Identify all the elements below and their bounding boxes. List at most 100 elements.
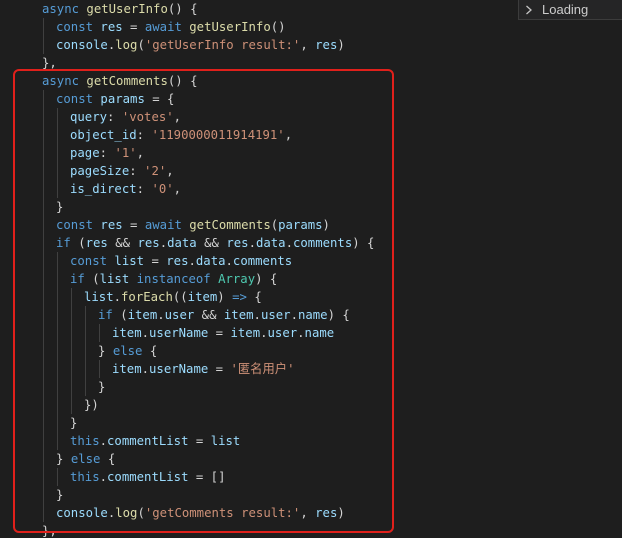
indent-guide	[85, 360, 86, 378]
code-token: getUserInfo	[189, 20, 271, 34]
code-token: .	[253, 308, 261, 322]
indent-guide	[43, 252, 44, 270]
code-line[interactable]: item.userName = '匿名用户'	[0, 360, 622, 378]
code-token: res	[85, 236, 108, 250]
code-token: instanceof	[136, 272, 219, 286]
indent-guide	[57, 180, 58, 198]
code-token: {	[246, 290, 262, 304]
code-token: })	[84, 398, 99, 412]
code-token: .	[141, 362, 150, 376]
code-line[interactable]: if (res && res.data && res.data.comments…	[0, 234, 622, 252]
code-token: }	[56, 452, 71, 466]
indent-guide	[43, 126, 44, 144]
code-line[interactable]: page: '1',	[0, 144, 622, 162]
code-line-text: if (list instanceof Array) {	[70, 270, 277, 288]
code-line-text: }	[56, 486, 63, 504]
code-token: name	[297, 308, 328, 322]
code-token: {	[142, 344, 158, 358]
code-token: query	[70, 110, 108, 124]
code-line[interactable]: this.commentList = []	[0, 468, 622, 486]
indent-guide	[57, 270, 58, 288]
code-line[interactable]: const res = await getUserInfo()	[0, 18, 622, 36]
code-token: console	[56, 506, 108, 520]
code-line[interactable]: })	[0, 396, 622, 414]
code-line-text: this.commentList = list	[70, 432, 240, 450]
code-token: =	[208, 362, 231, 376]
code-token: {	[100, 452, 116, 466]
indent-guide	[57, 252, 58, 270]
indent-guide	[71, 342, 72, 360]
indent-guide	[43, 90, 44, 108]
indent-guide	[43, 468, 44, 486]
code-token: =>	[232, 290, 247, 304]
code-token: '2'	[144, 164, 167, 178]
indent-guide	[57, 324, 58, 342]
code-line[interactable]: async getComments() {	[0, 72, 622, 90]
indent-guide	[43, 450, 44, 468]
code-token: commentList	[107, 470, 189, 484]
code-line[interactable]: const params = {	[0, 90, 622, 108]
code-line-text: if (item.user && item.user.name) {	[98, 306, 350, 324]
code-token: '0'	[151, 182, 174, 196]
indent-guide	[85, 306, 86, 324]
code-line[interactable]: is_direct: '0',	[0, 180, 622, 198]
code-token: &&	[107, 236, 138, 250]
indent-guide	[71, 360, 72, 378]
code-line[interactable]: list.forEach((item) => {	[0, 288, 622, 306]
loading-panel[interactable]: Loading	[518, 0, 622, 20]
code-line[interactable]: },	[0, 54, 622, 72]
code-line[interactable]: } else {	[0, 342, 622, 360]
code-token: :	[107, 110, 122, 124]
code-token: 'getComments result:'	[144, 506, 301, 520]
code-line[interactable]: }	[0, 378, 622, 396]
code-token: if	[98, 308, 121, 322]
code-token: Array	[218, 272, 256, 286]
code-line[interactable]: console.log('getUserInfo result:', res)	[0, 36, 622, 54]
code-area[interactable]: async getUserInfo() {const res = await g…	[0, 0, 622, 538]
indent-guide	[57, 108, 58, 126]
code-token: ,	[284, 128, 293, 142]
code-line[interactable]: }	[0, 486, 622, 504]
code-line[interactable]: }	[0, 198, 622, 216]
code-token: },	[42, 524, 57, 538]
code-token: .	[188, 254, 196, 268]
code-token: )	[337, 38, 345, 52]
code-line[interactable]: this.commentList = list	[0, 432, 622, 450]
code-token: =	[188, 434, 211, 448]
code-line[interactable]: item.userName = item.user.name	[0, 324, 622, 342]
code-line[interactable]: if (item.user && item.user.name) {	[0, 306, 622, 324]
code-line[interactable]: const list = res.data.comments	[0, 252, 622, 270]
code-token: () {	[167, 2, 198, 16]
code-line[interactable]: } else {	[0, 450, 622, 468]
indent-guide	[85, 342, 86, 360]
code-line[interactable]: query: 'votes',	[0, 108, 622, 126]
code-token: getComments	[86, 74, 168, 88]
code-line[interactable]: }	[0, 414, 622, 432]
code-token: :	[129, 164, 145, 178]
code-token: (	[137, 506, 145, 520]
code-line[interactable]: },	[0, 522, 622, 538]
code-token: comments	[293, 236, 353, 250]
indent-guide	[71, 396, 72, 414]
code-token: = {	[144, 92, 175, 106]
code-line[interactable]: const res = await getComments(params)	[0, 216, 622, 234]
code-token: )	[322, 218, 330, 232]
code-token: )	[337, 506, 345, 520]
indent-guide	[85, 378, 86, 396]
code-line[interactable]: if (list instanceof Array) {	[0, 270, 622, 288]
indent-guide	[71, 288, 72, 306]
code-line[interactable]: console.log('getComments result:', res)	[0, 504, 622, 522]
code-token: else	[112, 344, 143, 358]
code-editor[interactable]: async getUserInfo() {const res = await g…	[0, 0, 622, 538]
indent-guide	[43, 162, 44, 180]
code-token: object_id	[70, 128, 137, 142]
code-token: :	[136, 182, 152, 196]
code-token: .	[159, 236, 168, 250]
code-line[interactable]: object_id: '1190000011914191',	[0, 126, 622, 144]
code-line-text: },	[42, 54, 57, 72]
chevron-right-icon[interactable]	[525, 5, 533, 15]
code-token: comments	[232, 254, 293, 268]
code-line[interactable]: pageSize: '2',	[0, 162, 622, 180]
code-token: res	[137, 236, 160, 250]
